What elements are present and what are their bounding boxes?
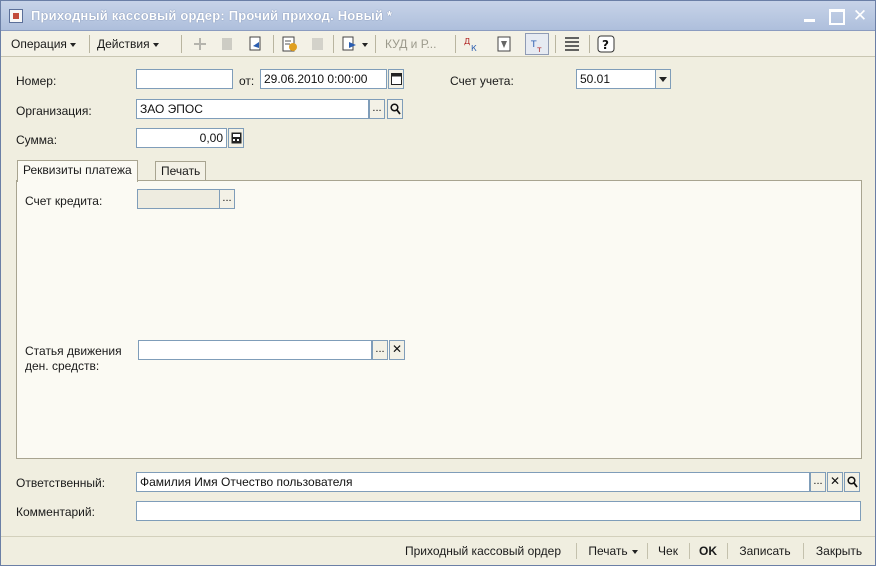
- list-icon[interactable]: [563, 35, 581, 53]
- bottom-divider: [727, 543, 728, 559]
- title-bar: Приходный кассовый ордер: Прочий приход.…: [1, 1, 875, 31]
- close-button[interactable]: Закрыть: [809, 541, 869, 561]
- add-icon[interactable]: [191, 35, 209, 53]
- cashflow-clear-button[interactable]: ✕: [389, 340, 405, 360]
- dt-kt-icon[interactable]: ДК: [463, 35, 481, 53]
- based-on-dropdown[interactable]: [359, 34, 368, 54]
- kudir-button[interactable]: КУД и Р...: [385, 34, 436, 54]
- date-label: от:: [239, 74, 255, 88]
- settings-toggle-button[interactable]: Тт: [525, 33, 549, 55]
- cashflow-label-line2: ден. средств:: [25, 359, 100, 373]
- chevron-down-icon: [69, 42, 76, 47]
- svg-text:Д: Д: [464, 37, 470, 46]
- copy-icon[interactable]: [219, 35, 237, 53]
- sum-field[interactable]: 0,00: [136, 128, 227, 148]
- minimize-button[interactable]: [801, 8, 819, 24]
- bottom-divider: [576, 543, 577, 559]
- number-label: Номер:: [16, 74, 57, 88]
- svg-text:Т: Т: [530, 40, 537, 50]
- post-document-icon[interactable]: [281, 35, 299, 53]
- print-menu-label: Печать: [588, 544, 628, 558]
- based-on-icon[interactable]: [341, 35, 359, 53]
- responsible-search-button[interactable]: [844, 472, 860, 492]
- structure-icon[interactable]: [495, 35, 513, 53]
- print-menu-button[interactable]: Печать: [583, 541, 643, 561]
- actions-menu[interactable]: Действия: [97, 34, 159, 54]
- organization-select-button[interactable]: ...: [369, 99, 385, 119]
- svg-text:К: К: [471, 44, 477, 53]
- toolbar-divider: [455, 35, 456, 53]
- form-settings-icon: Тт: [530, 40, 542, 54]
- toolbar-divider: [589, 35, 590, 53]
- tab-panel-payment-details: Счет кредита: ... Статья движения ден. с…: [16, 180, 862, 459]
- chevron-down-icon: [659, 77, 667, 82]
- comment-label: Комментарий:: [16, 505, 95, 519]
- organization-search-button[interactable]: [387, 99, 403, 119]
- credit-account-label: Счет кредита:: [25, 194, 103, 208]
- ok-button[interactable]: OK: [695, 541, 721, 561]
- pko-print-button[interactable]: Приходный кассовый ордер: [394, 541, 572, 561]
- bottom-command-bar: Приходный кассовый ордер Печать Чек OK З…: [1, 536, 875, 565]
- calculator-button[interactable]: [228, 128, 244, 148]
- tab-payment-details[interactable]: Реквизиты платежа: [17, 160, 138, 182]
- bottom-divider: [803, 543, 804, 559]
- account-label: Счет учета:: [450, 74, 514, 88]
- organization-field[interactable]: ЗАО ЭПОС: [136, 99, 369, 119]
- toolbar-divider: [333, 35, 334, 53]
- calendar-icon: [391, 73, 402, 85]
- account-dropdown-button[interactable]: [655, 69, 671, 89]
- bottom-divider: [689, 543, 690, 559]
- calendar-button[interactable]: [388, 69, 404, 89]
- responsible-select-button[interactable]: ...: [810, 472, 826, 492]
- account-field[interactable]: 50.01: [576, 69, 656, 89]
- operations-menu-label: Операция: [11, 37, 67, 51]
- toolbar-divider: [273, 35, 274, 53]
- responsible-clear-button[interactable]: ✕: [827, 472, 843, 492]
- date-field[interactable]: 29.06.2010 0:00:00: [260, 69, 387, 89]
- check-button[interactable]: Чек: [653, 541, 683, 561]
- chevron-down-icon: [362, 42, 368, 47]
- document-window: Приходный кассовый ордер: Прочий приход.…: [0, 0, 876, 566]
- toolbar-divider: [375, 35, 376, 53]
- sum-label: Сумма:: [16, 133, 58, 147]
- svg-text:т: т: [537, 45, 542, 54]
- toolbar-divider: [181, 35, 182, 53]
- chevron-down-icon: [631, 549, 638, 554]
- close-window-button[interactable]: ✕: [851, 7, 869, 24]
- calculator-icon: [231, 132, 242, 144]
- maximize-button[interactable]: [827, 8, 845, 25]
- credit-account-select-button[interactable]: ...: [219, 189, 235, 209]
- responsible-label: Ответственный:: [16, 476, 106, 490]
- responsible-field[interactable]: Фамилия Имя Отчество пользователя: [136, 472, 810, 492]
- search-icon: [847, 476, 858, 488]
- bottom-divider: [647, 543, 648, 559]
- unpost-document-icon[interactable]: [309, 35, 327, 53]
- cashflow-label-line1: Статья движения: [25, 344, 122, 358]
- tab-print[interactable]: Печать: [155, 161, 207, 181]
- organization-label: Организация:: [16, 104, 92, 118]
- number-field[interactable]: [136, 69, 233, 89]
- refresh-icon[interactable]: [247, 35, 265, 53]
- document-icon: [9, 9, 23, 23]
- window-title: Приходный кассовый ордер: Прочий приход.…: [31, 8, 393, 23]
- svg-text:?: ?: [602, 38, 609, 52]
- toolbar-divider: [89, 35, 90, 53]
- operations-menu[interactable]: Операция: [11, 34, 76, 54]
- cashflow-item-field[interactable]: [138, 340, 372, 360]
- credit-account-field[interactable]: [137, 189, 220, 209]
- chevron-down-icon: [152, 42, 159, 47]
- help-icon[interactable]: ?: [597, 35, 615, 53]
- save-button[interactable]: Записать: [733, 541, 797, 561]
- actions-menu-label: Действия: [97, 37, 150, 51]
- comment-field[interactable]: [136, 501, 861, 521]
- toolbar: Операция Действия КУД и Р... Д К Т т ?: [1, 31, 875, 57]
- cashflow-select-button[interactable]: ...: [372, 340, 388, 360]
- toolbar-divider: [555, 35, 556, 53]
- search-icon: [390, 103, 401, 115]
